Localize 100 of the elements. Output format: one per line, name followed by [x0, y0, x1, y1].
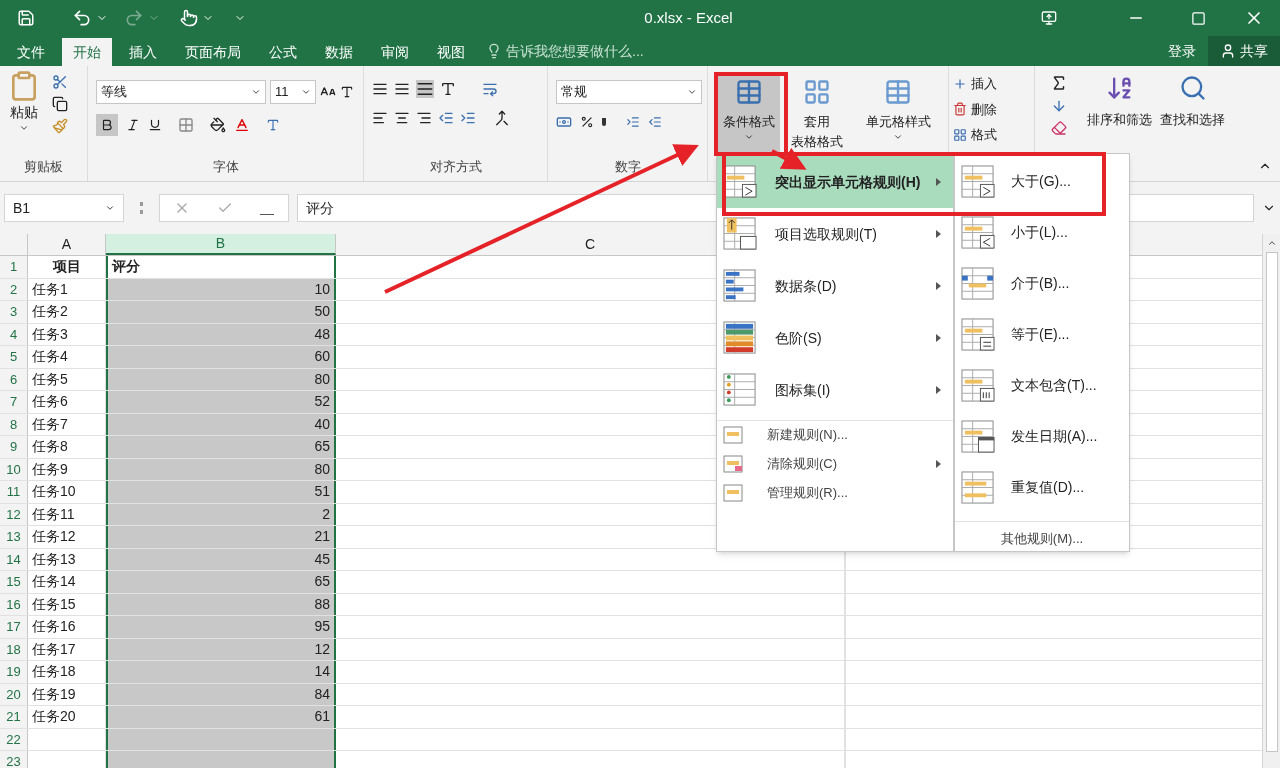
decrease-indent-icon[interactable] — [438, 110, 454, 126]
menu-item[interactable]: 大于(G)... — [955, 156, 1129, 208]
tell-me-field[interactable]: 告诉我您想要做什么... — [506, 40, 644, 62]
menu-item[interactable]: 清除规则(C) — [717, 449, 953, 478]
row-header[interactable]: 17 — [0, 616, 28, 638]
row-header[interactable]: 19 — [0, 661, 28, 683]
row-header[interactable]: 23 — [0, 751, 28, 768]
conditional-formatting-button[interactable]: 条件格式 — [718, 74, 780, 154]
ribbon-tab[interactable]: 页面布局 — [174, 38, 252, 66]
cell-styles-button[interactable]: 单元格样式 — [856, 74, 940, 142]
scroll-up-icon[interactable] — [1266, 238, 1277, 248]
increase-decimal-icon[interactable] — [626, 115, 640, 129]
caret-icon — [105, 203, 115, 213]
orientation-icon[interactable] — [440, 81, 456, 97]
row-header[interactable]: 3 — [0, 301, 28, 323]
row-header[interactable]: 9 — [0, 436, 28, 458]
sort-filter-button[interactable]: 排序和筛选 — [1087, 74, 1152, 134]
ribbon-tab[interactable]: 插入 — [118, 38, 168, 66]
align-middle-icon[interactable] — [394, 81, 410, 97]
font-size-field[interactable]: 11 — [270, 80, 316, 104]
menu-item[interactable]: 新建规则(N)... — [717, 420, 953, 449]
font-name-field[interactable]: 等线 — [96, 80, 266, 104]
align-right-icon[interactable] — [416, 110, 432, 126]
format-as-table-button[interactable]: 套用 表格格式 — [792, 74, 842, 151]
insert-button[interactable]: 插入 — [953, 74, 1034, 94]
ribbon-tab[interactable]: 视图 — [426, 38, 476, 66]
decrease-decimal-icon[interactable] — [648, 115, 662, 129]
bold-icon[interactable] — [96, 114, 118, 136]
menu-item[interactable]: 等于(E)... — [955, 309, 1129, 361]
ribbon-tab[interactable]: 文件 — [6, 38, 56, 66]
row-header[interactable]: 6 — [0, 368, 28, 390]
menu-item[interactable]: 介于(B)... — [955, 258, 1129, 310]
row-header[interactable]: 18 — [0, 638, 28, 660]
row-header[interactable]: 7 — [0, 391, 28, 413]
row-header[interactable]: 4 — [0, 323, 28, 345]
undo-icon[interactable] — [72, 8, 92, 28]
row-header[interactable]: 21 — [0, 706, 28, 728]
find-select-button[interactable]: 查找和选择 — [1160, 74, 1225, 134]
align-left-icon[interactable] — [372, 110, 388, 126]
menu-item[interactable]: 图标集(I) — [717, 364, 953, 416]
row-header[interactable]: 14 — [0, 548, 28, 570]
ribbon-display-icon[interactable] — [1041, 10, 1057, 26]
underline-icon[interactable] — [148, 118, 162, 132]
menu-item[interactable]: 突出显示单元格规则(H) — [717, 156, 953, 208]
sign-in-link[interactable]: 登录 — [1156, 36, 1208, 66]
align-top-icon[interactable] — [372, 81, 388, 97]
row-header[interactable]: 16 — [0, 593, 28, 615]
align-bottom-icon[interactable] — [416, 80, 434, 98]
row-header[interactable]: 5 — [0, 346, 28, 368]
menu-item[interactable]: 小于(L)... — [955, 207, 1129, 259]
row-header[interactable]: 11 — [0, 481, 28, 503]
row-header[interactable]: 1 — [0, 256, 28, 278]
borders-icon[interactable] — [178, 117, 194, 133]
touch-mode-icon[interactable] — [180, 9, 198, 27]
column-header[interactable]: B — [106, 234, 336, 255]
ribbon-tab[interactable]: 数据 — [314, 38, 364, 66]
menu-item[interactable]: 色阶(S) — [717, 312, 953, 364]
row-header[interactable]: 13 — [0, 526, 28, 548]
menu-item[interactable]: 文本包含(T)... — [955, 360, 1129, 412]
table-cell: 80 — [106, 368, 336, 390]
grid-icon — [803, 78, 831, 106]
share-button[interactable]: 共享 — [1208, 36, 1280, 66]
table-cell: 65 — [106, 571, 336, 593]
row-header[interactable]: 8 — [0, 413, 28, 435]
increase-indent-icon[interactable] — [460, 110, 476, 126]
maximize-icon[interactable] — [1191, 10, 1206, 26]
paste-button[interactable]: 粘贴 — [4, 70, 44, 157]
name-box[interactable]: B1 — [4, 194, 124, 222]
menu-item[interactable]: 数据条(D) — [717, 260, 953, 312]
wrap-text-icon[interactable] — [482, 81, 498, 97]
ribbon-tab[interactable]: 公式 — [258, 38, 308, 66]
merge-cells-icon[interactable] — [494, 110, 510, 126]
caret-icon — [687, 87, 697, 97]
number-format-field[interactable]: 常规 — [556, 80, 702, 104]
row-header[interactable]: 15 — [0, 571, 28, 593]
row-header[interactable]: 20 — [0, 683, 28, 705]
font-color-icon[interactable] — [234, 117, 250, 133]
ribbon-tab[interactable]: 开始 — [62, 38, 112, 66]
row-header[interactable]: 2 — [0, 278, 28, 300]
decrease-font-icon[interactable] — [340, 85, 354, 99]
cut-icon[interactable] — [52, 74, 68, 90]
row-header[interactable]: 12 — [0, 503, 28, 525]
fill-color-icon[interactable] — [210, 117, 226, 133]
copy-icon[interactable] — [52, 96, 68, 112]
ribbon-tab[interactable]: 审阅 — [370, 38, 420, 66]
row-header[interactable]: 22 — [0, 728, 28, 750]
percent-icon[interactable] — [580, 115, 594, 129]
comma-style-icon[interactable] — [602, 118, 606, 126]
italic-icon[interactable] — [126, 118, 140, 132]
phonetic-icon[interactable] — [266, 118, 280, 132]
format-painter-icon[interactable] — [52, 118, 68, 134]
scrollbar-thumb[interactable] — [1265, 252, 1278, 752]
menu-item[interactable]: 重复值(D)... — [955, 462, 1129, 514]
menu-item[interactable]: 管理规则(R)... — [717, 478, 953, 507]
delete-button[interactable]: 删除 — [953, 99, 1034, 119]
row-header[interactable]: 10 — [0, 458, 28, 480]
align-center-icon[interactable] — [394, 110, 410, 126]
format-button[interactable]: 格式 — [953, 125, 1034, 145]
menu-item[interactable]: 发生日期(A)... — [955, 411, 1129, 463]
currency-icon[interactable] — [556, 114, 572, 130]
